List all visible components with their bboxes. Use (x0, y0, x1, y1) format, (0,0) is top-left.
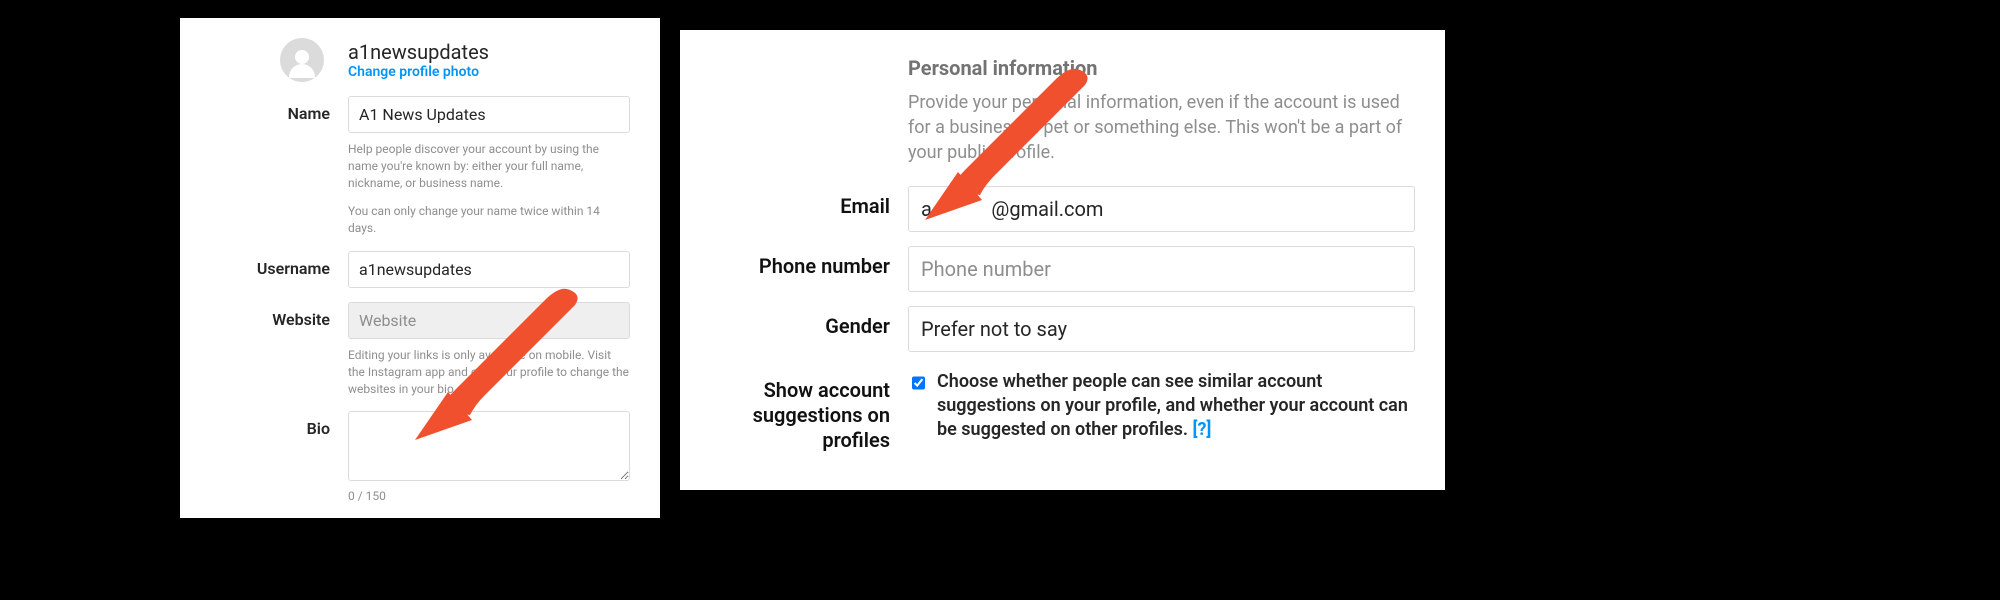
personal-info-heading: Personal information (908, 56, 1415, 80)
bio-label: Bio (210, 411, 348, 438)
phone-label: Phone number (710, 246, 908, 278)
name-input[interactable] (348, 96, 630, 133)
username-input[interactable] (348, 251, 630, 288)
website-input (348, 302, 630, 339)
website-label: Website (210, 302, 348, 329)
change-profile-photo-link[interactable]: Change profile photo (348, 64, 489, 80)
name-help-2: You can only change your name twice with… (348, 203, 630, 237)
profile-header: a1newsupdates Change profile photo (210, 38, 630, 82)
phone-input[interactable] (908, 246, 1415, 292)
bio-counter: 0 / 150 (348, 489, 630, 503)
website-help: Editing your links is only available on … (348, 347, 630, 397)
avatar-icon[interactable] (280, 38, 324, 82)
bio-input[interactable] (348, 411, 630, 481)
username-label: Username (210, 251, 348, 278)
gender-label: Gender (710, 306, 908, 338)
personal-info-help: Provide your personal information, even … (908, 90, 1415, 166)
suggestions-text: Choose whether people can see similar ac… (937, 370, 1415, 443)
suggestions-label: Show account suggestions on profiles (710, 370, 908, 453)
gender-input[interactable] (908, 306, 1415, 352)
suggestions-checkbox[interactable] (912, 374, 925, 392)
name-help-1: Help people discover your account by usi… (348, 141, 630, 191)
edit-profile-panel-left: a1newsupdates Change profile photo Name … (180, 18, 660, 518)
suggestions-help-link[interactable]: [?] (1192, 419, 1211, 440)
email-label: Email (710, 186, 908, 218)
username-display: a1newsupdates (348, 40, 489, 64)
email-input[interactable] (908, 186, 1415, 232)
name-label: Name (210, 96, 348, 123)
edit-profile-panel-right: Personal information Provide your person… (680, 30, 1445, 490)
